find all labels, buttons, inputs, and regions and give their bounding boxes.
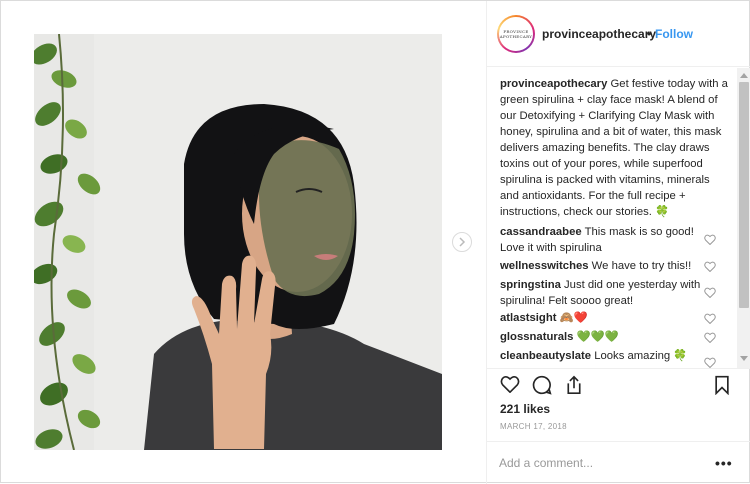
comment-username[interactable]: springstina [500, 279, 561, 291]
comment-username[interactable]: atlastsight [500, 312, 557, 324]
comments-scrollbar[interactable] [737, 68, 750, 368]
heart-icon[interactable] [500, 375, 520, 398]
likes-count[interactable]: 221 likes [500, 402, 550, 416]
header-username[interactable]: provinceapothecary [542, 27, 656, 41]
comment-item: atlastsight 🙈❤️ [500, 310, 705, 326]
comment-item: glossnaturals 💚💚💚 [500, 329, 705, 345]
follow-button[interactable]: Follow [655, 27, 693, 41]
caption-username[interactable]: provinceapothecary [500, 78, 607, 90]
avatar-logo: PROVINCE APOTHECARY [499, 17, 533, 51]
like-comment-heart-icon[interactable] [704, 287, 716, 298]
comment-item: cleanbeautyslate Looks amazing 🍀 [500, 348, 705, 364]
comment-text: We have to try this!! [588, 260, 692, 272]
scroll-up-arrow-icon[interactable] [740, 73, 748, 78]
like-comment-heart-icon[interactable] [704, 313, 716, 324]
caption-text: Get festive today with a green spirulina… [500, 78, 728, 218]
scrollbar-thumb[interactable] [739, 82, 749, 308]
more-options-button[interactable]: ••• [715, 455, 733, 471]
comment-username[interactable]: cleanbeautyslate [500, 350, 591, 362]
post-date[interactable]: MARCH 17, 2018 [500, 422, 567, 431]
like-comment-heart-icon[interactable] [704, 261, 716, 272]
share-icon[interactable] [565, 375, 583, 400]
comment-item: cassandraabee This mask is so good! Love… [500, 224, 705, 256]
comment-username[interactable]: glossnaturals [500, 331, 573, 343]
add-comment-bar: ••• [487, 441, 750, 484]
comment-text: Looks amazing 🍀 [591, 350, 688, 362]
post-actions [487, 368, 750, 400]
like-comment-heart-icon[interactable] [704, 332, 716, 343]
post-photo-illustration [34, 34, 442, 450]
comment-item: springstina Just did one yesterday with … [500, 277, 705, 309]
scroll-down-arrow-icon[interactable] [740, 356, 748, 361]
comment-text: 💚💚💚 [573, 331, 619, 343]
like-comment-heart-icon[interactable] [704, 234, 716, 245]
add-comment-input[interactable] [499, 454, 699, 472]
comment-item: wellnesswitches We have to try this!! [500, 258, 705, 274]
comment-username[interactable]: wellnesswitches [500, 260, 589, 272]
post-sidebar: PROVINCE APOTHECARY provinceapothecary •… [486, 1, 750, 484]
comments-list[interactable]: provinceapothecary Get festive today wit… [487, 68, 750, 368]
avatar[interactable]: PROVINCE APOTHECARY [497, 15, 535, 53]
bookmark-icon[interactable] [714, 375, 730, 400]
post-window: PROVINCE APOTHECARY provinceapothecary •… [0, 0, 750, 484]
post-header: PROVINCE APOTHECARY provinceapothecary •… [487, 1, 750, 67]
chevron-right-icon [459, 237, 466, 247]
comment-text: 🙈❤️ [556, 312, 588, 324]
like-comment-heart-icon[interactable] [704, 357, 716, 368]
header-separator: • [647, 27, 652, 41]
post-caption: provinceapothecary Get festive today wit… [500, 76, 730, 220]
comment-username[interactable]: cassandraabee [500, 226, 582, 238]
post-image[interactable] [34, 34, 442, 450]
avatar-logo-line2: APOTHECARY [499, 34, 533, 39]
comment-icon[interactable] [532, 375, 552, 400]
next-image-button[interactable] [452, 232, 472, 252]
